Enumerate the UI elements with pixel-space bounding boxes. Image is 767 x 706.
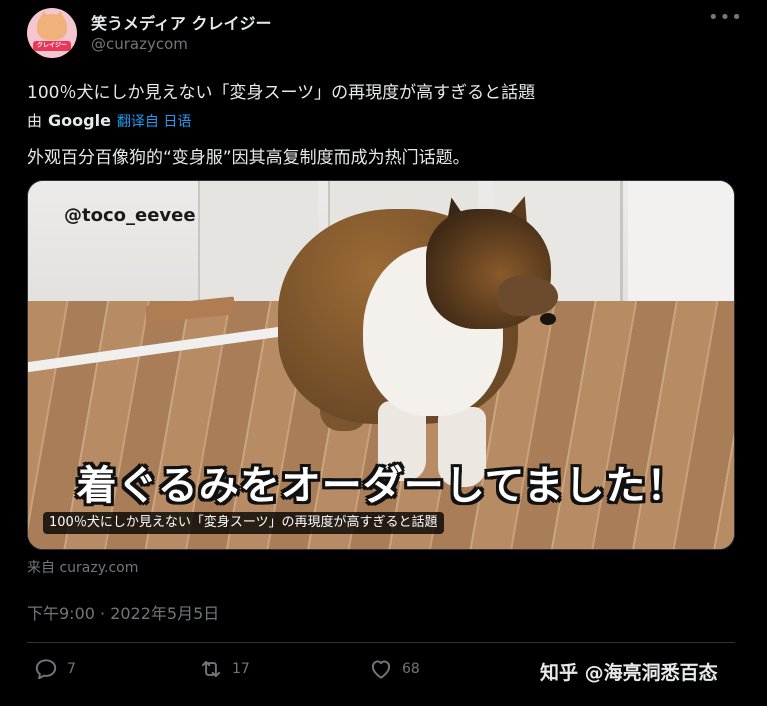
tweet-timestamp[interactable]: 下午9:00 · 2022年5月5日: [27, 600, 219, 624]
photo-watermark: @toco_eevee: [64, 205, 196, 226]
reply-button[interactable]: 7: [33, 656, 76, 682]
reply-count: 7: [67, 661, 76, 677]
translated-text: 外观百分百像狗的“变身服”因其高复制度而成为热门话题。: [27, 148, 470, 168]
tweet-container: クレイジー 笑うメディア クレイジー @curazycom ••• 100％犬に…: [0, 0, 767, 706]
link-card-title[interactable]: 100％犬にしか見えない「変身スーツ」の再現度が高すぎると話題: [43, 512, 444, 534]
divider: [27, 642, 735, 643]
media-card[interactable]: @toco_eevee 着ぐるみをオーダーしてました！ 100％犬にしか見えない…: [27, 180, 735, 550]
translated-by-prefix: 由: [27, 112, 43, 130]
cat-icon: [37, 14, 67, 40]
translation-attribution: 由 Google 翻译自 日语: [27, 110, 191, 131]
avatar[interactable]: クレイジー: [27, 8, 77, 58]
more-options-icon[interactable]: •••: [708, 9, 742, 30]
display-name[interactable]: 笑うメディア クレイジー: [91, 10, 271, 34]
video-caption: 着ぐるみをオーダーしてました！: [76, 463, 688, 509]
handle[interactable]: @curazycom: [91, 35, 188, 53]
heart-icon: [371, 660, 391, 679]
dog-snout: [498, 276, 558, 316]
retweet-icon: [201, 660, 221, 678]
retweet-count: 17: [232, 661, 250, 677]
tweet-text: 100％犬にしか見えない「変身スーツ」の再現度が高すぎると話題: [27, 83, 536, 103]
translate-source-link[interactable]: 翻译自 日语: [117, 111, 191, 131]
link-source[interactable]: 来自 curazy.com: [27, 557, 138, 577]
like-count: 68: [402, 661, 420, 677]
retweet-button[interactable]: 17: [198, 656, 250, 682]
like-button[interactable]: 68: [368, 656, 420, 682]
avatar-brand-label: クレイジー: [33, 41, 71, 51]
photo-open-door: [628, 181, 734, 306]
zhihu-watermark: 知乎 @海亮洞悉百态: [540, 662, 718, 684]
google-logo: Google: [48, 111, 111, 130]
dog-nose: [540, 313, 556, 325]
reply-icon: [35, 659, 57, 680]
